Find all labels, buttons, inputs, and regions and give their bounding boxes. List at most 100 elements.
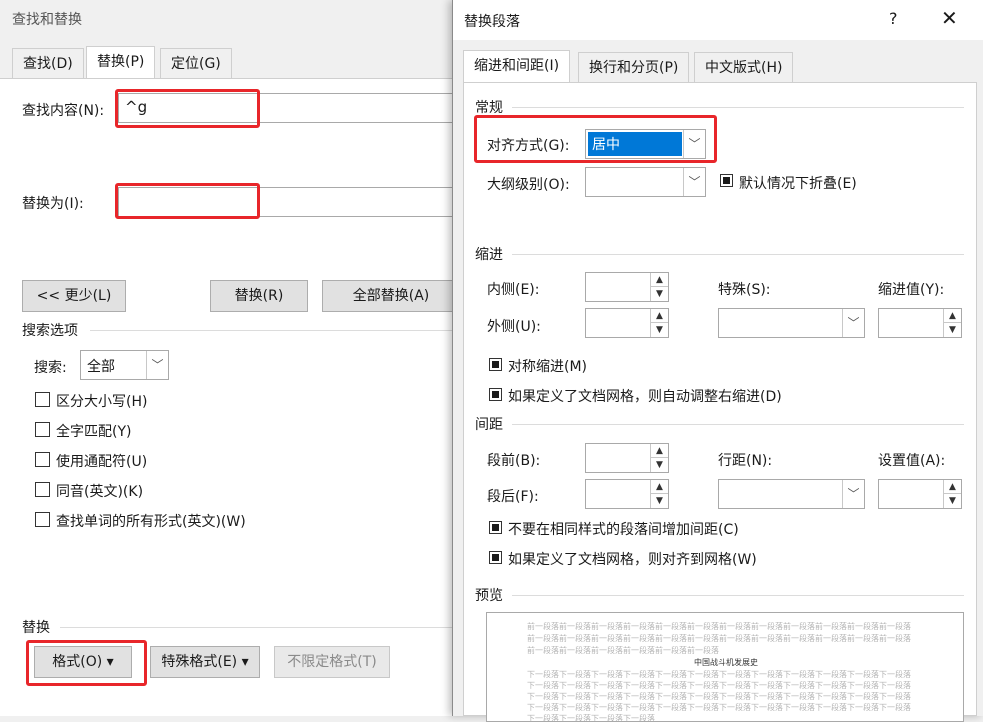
match-case-checkbox[interactable]	[35, 392, 50, 407]
spin-down-icon[interactable]: ▼	[650, 494, 668, 508]
indent-section-title: 缩进	[475, 247, 503, 263]
spin-up-icon[interactable]: ▲	[650, 480, 668, 494]
collapse-default-label: 默认情况下折叠(E)	[739, 176, 857, 192]
preview-prev-line: 前一段落前一段落前一段落前一段落前一段落前一段落前一段落前一段落前一段落前一段落…	[527, 634, 911, 643]
general-section-title: 常规	[475, 100, 503, 116]
spin-down-icon[interactable]: ▼	[650, 287, 668, 301]
spin-down-icon[interactable]: ▼	[943, 323, 961, 337]
spacing-after-label: 段后(F):	[487, 489, 539, 505]
whole-word-checkbox[interactable]	[35, 422, 50, 437]
close-icon[interactable]: ✕	[941, 6, 958, 30]
dialog-title: 查找和替换	[12, 12, 82, 28]
preview-next-line: 下一段落下一段落下一段落下一段落下一段落下一段落下一段落下一段落下一段落下一段落…	[527, 681, 911, 690]
whole-word-label: 全字匹配(Y)	[56, 424, 132, 440]
special-indent-select[interactable]: ﹀	[718, 308, 865, 338]
auto-adjust-indent-checkbox[interactable]	[489, 388, 502, 401]
tab-indents-spacing[interactable]: 缩进和间距(I)	[463, 50, 571, 83]
replace-label: 替换为(I):	[22, 196, 84, 212]
divider	[512, 424, 964, 425]
auto-adjust-indent-label: 如果定义了文档网格，则自动调整右缩进(D)	[508, 389, 782, 405]
match-case-label: 区分大小写(H)	[56, 394, 148, 410]
spin-down-icon[interactable]: ▼	[650, 323, 668, 337]
all-word-forms-checkbox[interactable]	[35, 512, 50, 527]
chevron-down-icon: ﹀	[683, 168, 705, 196]
snap-to-grid-label: 如果定义了文档网格，则对齐到网格(W)	[508, 552, 757, 568]
outline-level-select[interactable]: ﹀	[585, 167, 706, 197]
preview-next-line: 下一段落下一段落下一段落下一段落下一段落下一段落下一段落下一段落下一段落下一段落…	[527, 703, 911, 712]
divider	[512, 254, 964, 255]
divider	[512, 595, 964, 596]
format-button-highlight	[26, 640, 147, 686]
no-space-same-style-checkbox[interactable]	[489, 521, 502, 534]
outside-indent-spinner[interactable]: ▲ ▼	[585, 308, 669, 338]
indent-by-spinner[interactable]: ▲ ▼	[878, 308, 962, 338]
chevron-down-icon: ﹀	[842, 480, 864, 508]
preview-next-line: 下一段落下一段落下一段落下一段落下一段落下一段落下一段落下一段落下一段落下一段落…	[527, 670, 911, 679]
line-spacing-select[interactable]: ﹀	[718, 479, 865, 509]
special-indent-label: 特殊(S):	[718, 282, 771, 298]
dialog-title: 替换段落	[464, 14, 520, 30]
spacing-before-label: 段前(B):	[487, 453, 541, 469]
special-format-button[interactable]: 特殊格式(E) ▾	[150, 646, 260, 678]
preview-next-line: 下一段落下一段落下一段落下一段落	[527, 714, 655, 722]
mirror-indents-checkbox[interactable]	[489, 358, 502, 371]
tab-line-page-breaks[interactable]: 换行和分页(P)	[578, 52, 690, 82]
title-bar: 替换段落 ? ✕	[453, 0, 983, 40]
chevron-down-icon: ﹀	[146, 351, 168, 379]
no-space-same-style-label: 不要在相同样式的段落间增加间距(C)	[508, 522, 739, 538]
replace-section-title: 替换	[22, 620, 50, 636]
preview-prev-line: 前一段落前一段落前一段落前一段落前一段落前一段落前一段落前一段落前一段落前一段落…	[527, 622, 911, 631]
sounds-like-label: 同音(英文)(K)	[56, 484, 144, 500]
sounds-like-checkbox[interactable]	[35, 482, 50, 497]
inside-indent-label: 内侧(E):	[487, 282, 540, 298]
find-label: 查找内容(N):	[22, 103, 105, 119]
spin-up-icon[interactable]: ▲	[943, 480, 961, 494]
spin-up-icon[interactable]: ▲	[650, 444, 668, 458]
replace-button[interactable]: 替换(R)	[210, 280, 308, 312]
tab-find[interactable]: 查找(D)	[12, 48, 84, 78]
indents-spacing-panel: 常规 对齐方式(G): 居中 ﹀ 大纲级别(O): ﹀ 默认情况下折叠(E) 缩…	[463, 82, 977, 722]
paragraph-dialog: 替换段落 ? ✕ 缩进和间距(I) 换行和分页(P) 中文版式(H) 常规 对齐…	[452, 0, 983, 722]
spin-up-icon[interactable]: ▲	[650, 309, 668, 323]
divider	[512, 107, 964, 108]
spacing-section-title: 间距	[475, 417, 503, 433]
preview-section-title: 预览	[475, 588, 503, 604]
preview-next-line: 下一段落下一段落下一段落下一段落下一段落下一段落下一段落下一段落下一段落下一段落…	[527, 692, 911, 701]
no-formatting-button[interactable]: 不限定格式(T)	[274, 646, 390, 678]
spacing-at-spinner[interactable]: ▲ ▼	[878, 479, 962, 509]
inside-indent-spinner[interactable]: ▲ ▼	[585, 272, 669, 302]
outside-indent-label: 外侧(U):	[487, 319, 541, 335]
wildcards-checkbox[interactable]	[35, 452, 50, 467]
preview-prev-line: 前一段落前一段落前一段落前一段落前一段落前一段落	[527, 646, 719, 655]
spin-down-icon[interactable]: ▼	[943, 494, 961, 508]
spacing-at-label: 设置值(A):	[878, 453, 946, 469]
search-scope-value: 全部	[87, 359, 115, 375]
divider	[60, 627, 460, 628]
spacing-after-spinner[interactable]: ▲ ▼	[585, 479, 669, 509]
spin-up-icon[interactable]: ▲	[650, 273, 668, 287]
alignment-highlight	[474, 115, 717, 163]
collapse-default-checkbox[interactable]	[720, 174, 733, 187]
spacing-before-spinner[interactable]: ▲ ▼	[585, 443, 669, 473]
indent-by-label: 缩进值(Y):	[878, 282, 945, 298]
find-input-highlight	[115, 89, 260, 128]
tab-replace[interactable]: 替换(P)	[86, 46, 156, 79]
tab-asian-typography[interactable]: 中文版式(H)	[694, 52, 794, 82]
line-spacing-label: 行距(N):	[718, 453, 773, 469]
help-icon[interactable]: ?	[889, 9, 898, 28]
replace-all-button[interactable]: 全部替换(A)	[322, 280, 460, 312]
outline-level-label: 大纲级别(O):	[487, 177, 570, 193]
find-replace-dialog: 查找和替换 查找(D) 替换(P) 定位(G) 查找内容(N): ^g 替换为(…	[0, 0, 460, 716]
snap-to-grid-checkbox[interactable]	[489, 551, 502, 564]
tab-goto[interactable]: 定位(G)	[160, 48, 232, 78]
all-word-forms-label: 查找单词的所有形式(英文)(W)	[56, 514, 246, 530]
mirror-indents-label: 对称缩进(M)	[508, 359, 588, 375]
search-label: 搜索:	[34, 360, 67, 376]
spin-up-icon[interactable]: ▲	[943, 309, 961, 323]
chevron-down-icon: ﹀	[842, 309, 864, 337]
spin-down-icon[interactable]: ▼	[650, 458, 668, 472]
divider	[90, 330, 460, 331]
search-scope-select[interactable]: 全部 ﹀	[80, 350, 169, 380]
less-button[interactable]: << 更少(L)	[22, 280, 126, 312]
wildcards-label: 使用通配符(U)	[56, 454, 148, 470]
